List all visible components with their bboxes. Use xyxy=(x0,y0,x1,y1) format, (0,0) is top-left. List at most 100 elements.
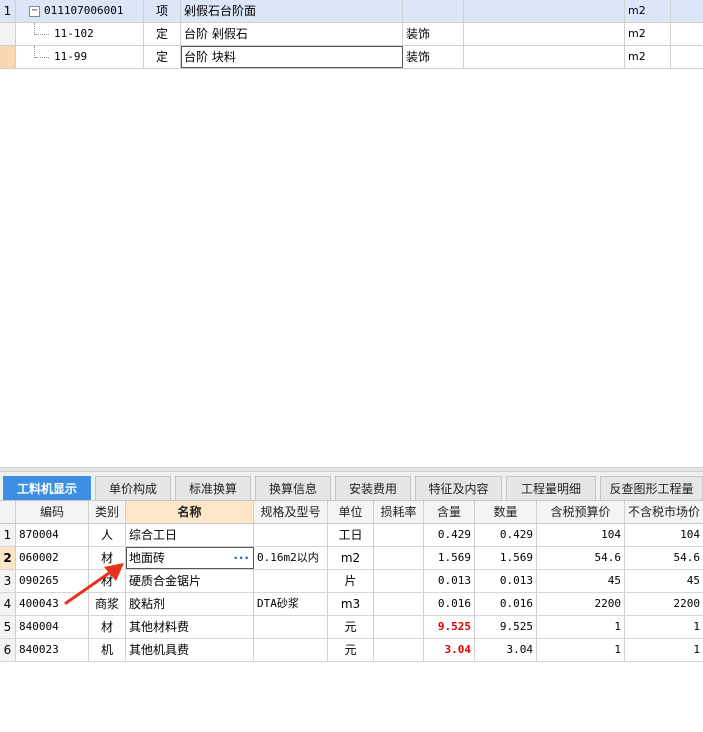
quota-code-cell[interactable]: 11-99 xyxy=(16,46,144,68)
table-row[interactable]: 5 840004 材 其他材料费 元 9.525 9.525 1 1 xyxy=(0,616,703,639)
resource-no-tax-market-price[interactable]: 45 xyxy=(625,570,703,592)
quota-profession[interactable]: 装饰 xyxy=(403,46,464,68)
resource-category[interactable]: 材 xyxy=(89,547,126,569)
resource-spec[interactable]: 0.16m2以内 xyxy=(254,547,328,569)
resource-category[interactable]: 人 xyxy=(89,524,126,546)
quota-feature[interactable] xyxy=(464,46,625,68)
resource-content[interactable]: 0.429 xyxy=(424,524,475,546)
resource-code[interactable]: 840004 xyxy=(16,616,89,638)
resource-name[interactable]: 胶粘剂 xyxy=(126,593,254,615)
resource-quantity[interactable]: 0.016 xyxy=(475,593,537,615)
quota-type[interactable]: 定 xyxy=(144,46,181,68)
resource-tax-budget-price[interactable]: 1 xyxy=(537,639,625,661)
resource-unit[interactable]: 片 xyxy=(328,570,374,592)
resource-name[interactable]: 硬质合金锯片 xyxy=(126,570,254,592)
item-name[interactable]: 剁假石台阶面 xyxy=(181,0,403,22)
tab-labor-material-machine[interactable]: 工料机显示 xyxy=(3,476,91,500)
table-row[interactable]: 1 870004 人 综合工日 工日 0.429 0.429 104 104 xyxy=(0,524,703,547)
quota-name-editing[interactable]: 台阶 块料 xyxy=(181,46,403,68)
table-row-quota-1[interactable]: 11-102 定 台阶 剁假石 装饰 m2 xyxy=(0,23,703,46)
header-category[interactable]: 类别 xyxy=(89,501,126,523)
resource-category[interactable]: 商浆 xyxy=(89,593,126,615)
resource-unit[interactable]: m3 xyxy=(328,593,374,615)
resource-spec[interactable] xyxy=(254,524,328,546)
collapse-icon[interactable]: − xyxy=(29,6,40,17)
item-profession[interactable] xyxy=(403,0,464,22)
resource-name-editing[interactable]: 地面砖 ··· xyxy=(126,547,254,569)
item-type[interactable]: 项 xyxy=(144,0,181,22)
resource-quantity[interactable]: 3.04 xyxy=(475,639,537,661)
resource-no-tax-market-price[interactable]: 1 xyxy=(625,616,703,638)
tab-conversion-info[interactable]: 换算信息 xyxy=(255,476,331,500)
resource-quantity[interactable]: 0.429 xyxy=(475,524,537,546)
header-name[interactable]: 名称 xyxy=(126,501,254,523)
item-code-cell[interactable]: − 011107006001 xyxy=(16,0,144,22)
table-row[interactable]: 6 840023 机 其他机具费 元 3.04 3.04 1 1 xyxy=(0,639,703,662)
resource-loss-rate[interactable] xyxy=(374,524,424,546)
resource-spec[interactable]: DTA砂浆 xyxy=(254,593,328,615)
resource-no-tax-market-price[interactable]: 2200 xyxy=(625,593,703,615)
header-code[interactable]: 编码 xyxy=(16,501,89,523)
tab-features-content[interactable]: 特征及内容 xyxy=(415,476,502,500)
header-content[interactable]: 含量 xyxy=(424,501,475,523)
tab-installation-fee[interactable]: 安装费用 xyxy=(335,476,411,500)
resource-loss-rate[interactable] xyxy=(374,639,424,661)
tab-standard-conversion[interactable]: 标准换算 xyxy=(175,476,251,500)
quota-unit[interactable]: m2 xyxy=(625,46,671,68)
resource-content[interactable]: 9.525 xyxy=(424,616,475,638)
resource-name[interactable]: 其他机具费 xyxy=(126,639,254,661)
resource-quantity[interactable]: 9.525 xyxy=(475,616,537,638)
quota-name[interactable]: 台阶 剁假石 xyxy=(181,23,403,45)
table-row[interactable]: 4 400043 商浆 胶粘剂 DTA砂浆 m3 0.016 0.016 220… xyxy=(0,593,703,616)
resource-unit[interactable]: m2 xyxy=(328,547,374,569)
resource-name[interactable]: 其他材料费 xyxy=(126,616,254,638)
item-unit[interactable]: m2 xyxy=(625,0,671,22)
resource-tax-budget-price[interactable]: 54.6 xyxy=(537,547,625,569)
resource-loss-rate[interactable] xyxy=(374,616,424,638)
resource-unit[interactable]: 元 xyxy=(328,639,374,661)
resource-code[interactable]: 840023 xyxy=(16,639,89,661)
tab-unit-price-composition[interactable]: 单价构成 xyxy=(95,476,171,500)
resource-category[interactable]: 材 xyxy=(89,570,126,592)
resource-tax-budget-price[interactable]: 1 xyxy=(537,616,625,638)
resource-content[interactable]: 1.569 xyxy=(424,547,475,569)
quota-unit[interactable]: m2 xyxy=(625,23,671,45)
resource-code[interactable]: 090265 xyxy=(16,570,89,592)
quota-extra[interactable] xyxy=(671,46,703,68)
quota-code-cell[interactable]: 11-102 xyxy=(16,23,144,45)
resource-quantity[interactable]: 0.013 xyxy=(475,570,537,592)
tab-reverse-graphic-quantity[interactable]: 反查图形工程量 xyxy=(600,476,703,500)
resource-loss-rate[interactable] xyxy=(374,570,424,592)
resource-tax-budget-price[interactable]: 45 xyxy=(537,570,625,592)
quota-type[interactable]: 定 xyxy=(144,23,181,45)
resource-loss-rate[interactable] xyxy=(374,547,424,569)
tab-quantity-details[interactable]: 工程量明细 xyxy=(506,476,596,500)
resource-no-tax-market-price[interactable]: 104 xyxy=(625,524,703,546)
resource-tax-budget-price[interactable]: 104 xyxy=(537,524,625,546)
resource-spec[interactable] xyxy=(254,616,328,638)
header-quantity[interactable]: 数量 xyxy=(475,501,537,523)
item-extra[interactable] xyxy=(671,0,703,22)
resource-no-tax-market-price[interactable]: 54.6 xyxy=(625,547,703,569)
resource-content[interactable]: 3.04 xyxy=(424,639,475,661)
resource-content[interactable]: 0.013 xyxy=(424,570,475,592)
resource-category[interactable]: 材 xyxy=(89,616,126,638)
quota-feature[interactable] xyxy=(464,23,625,45)
resource-code[interactable]: 060002 xyxy=(16,547,89,569)
resource-content[interactable]: 0.016 xyxy=(424,593,475,615)
resource-unit[interactable]: 元 xyxy=(328,616,374,638)
resource-quantity[interactable]: 1.569 xyxy=(475,547,537,569)
table-row-item-1[interactable]: 1 − 011107006001 项 剁假石台阶面 m2 xyxy=(0,0,703,23)
header-loss-rate[interactable]: 损耗率 xyxy=(374,501,424,523)
table-row-selected[interactable]: 2 060002 材 地面砖 ··· 0.16m2以内 m2 1.569 1.5… xyxy=(0,547,703,570)
header-no-tax-market-price[interactable]: 不含税市场价 xyxy=(625,501,703,523)
resource-name[interactable]: 综合工日 xyxy=(126,524,254,546)
resource-no-tax-market-price[interactable]: 1 xyxy=(625,639,703,661)
more-options-icon[interactable]: ··· xyxy=(233,547,250,569)
resource-spec[interactable] xyxy=(254,570,328,592)
resource-code[interactable]: 400043 xyxy=(16,593,89,615)
quota-profession[interactable]: 装饰 xyxy=(403,23,464,45)
quota-extra[interactable] xyxy=(671,23,703,45)
header-unit[interactable]: 单位 xyxy=(328,501,374,523)
resource-unit[interactable]: 工日 xyxy=(328,524,374,546)
